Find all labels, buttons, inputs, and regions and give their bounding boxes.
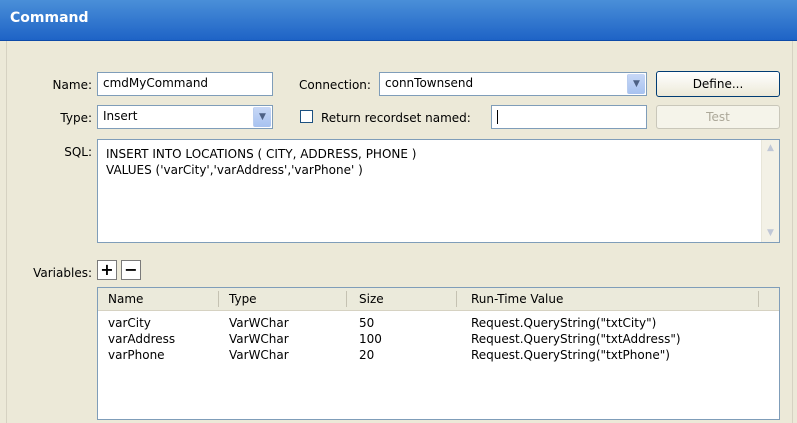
cell-size: 50 [359, 316, 375, 330]
cell-name: varCity [108, 316, 151, 330]
chevron-down-icon[interactable]: ▼ [627, 74, 645, 94]
type-label: Type: [60, 111, 92, 125]
variables-label: Variables: [33, 266, 92, 280]
test-button[interactable]: Test [656, 105, 780, 129]
sql-line-1: INSERT INTO LOCATIONS ( CITY, ADDRESS, P… [106, 147, 417, 161]
name-input[interactable]: cmdMyCommand [97, 72, 273, 96]
cell-name: varPhone [108, 348, 165, 362]
connection-value: connTownsend [385, 76, 474, 90]
connection-label: Connection: [299, 78, 371, 92]
cell-runtime-value: Request.QueryString("txtAddress") [471, 332, 681, 346]
cell-size: 100 [359, 332, 382, 346]
table-row[interactable]: varAddress VarWChar 100 Request.QueryStr… [98, 332, 779, 348]
add-variable-button[interactable]: + [97, 260, 117, 280]
column-divider[interactable] [758, 291, 759, 307]
window-title-bar: Command [0, 0, 797, 41]
return-recordset-checkbox[interactable] [300, 110, 313, 123]
remove-variable-button[interactable]: − [121, 260, 141, 280]
connection-select[interactable]: connTownsend ▼ [379, 72, 647, 96]
cell-type: VarWChar [229, 332, 289, 346]
sql-line-2: VALUES ('varCity','varAddress','varPhone… [106, 163, 363, 177]
type-select[interactable]: Insert ▼ [97, 105, 273, 129]
scroll-down-icon[interactable]: ▼ [762, 225, 779, 242]
minus-icon: − [124, 260, 138, 279]
cell-runtime-value: Request.QueryString("txtCity") [471, 316, 657, 330]
sql-scrollbar[interactable]: ▲ ▼ [761, 140, 779, 242]
text-cursor [497, 109, 498, 124]
cell-runtime-value: Request.QueryString("txtPhone") [471, 348, 670, 362]
command-dialog-panel: Name: cmdMyCommand Connection: connTowns… [6, 41, 793, 423]
cell-type: VarWChar [229, 316, 289, 330]
return-recordset-input[interactable] [491, 105, 647, 129]
column-divider[interactable] [456, 291, 457, 307]
return-recordset-label: Return recordset named: [321, 111, 471, 125]
window-title: Command [10, 10, 89, 26]
variables-table[interactable]: Name Type Size Run-Time Value varCity Va… [97, 287, 780, 420]
cell-name: varAddress [108, 332, 176, 346]
column-divider[interactable] [346, 291, 347, 307]
define-button[interactable]: Define... [656, 71, 780, 97]
plus-icon: + [100, 260, 114, 279]
name-label: Name: [52, 78, 92, 92]
column-header-type[interactable]: Type [229, 292, 257, 306]
column-header-size[interactable]: Size [359, 292, 384, 306]
cell-type: VarWChar [229, 348, 289, 362]
table-header: Name Type Size Run-Time Value [98, 288, 779, 311]
column-divider[interactable] [218, 291, 219, 307]
chevron-down-icon[interactable]: ▼ [253, 107, 271, 127]
scroll-up-icon[interactable]: ▲ [762, 140, 779, 157]
cell-size: 20 [359, 348, 375, 362]
sql-textarea[interactable]: INSERT INTO LOCATIONS ( CITY, ADDRESS, P… [97, 139, 780, 243]
type-value: Insert [103, 109, 138, 123]
table-row[interactable]: varCity VarWChar 50 Request.QueryString(… [98, 316, 779, 332]
column-header-name[interactable]: Name [108, 292, 143, 306]
column-header-runtime-value[interactable]: Run-Time Value [471, 292, 563, 306]
table-row[interactable]: varPhone VarWChar 20 Request.QueryString… [98, 348, 779, 364]
sql-label: SQL: [64, 145, 92, 159]
